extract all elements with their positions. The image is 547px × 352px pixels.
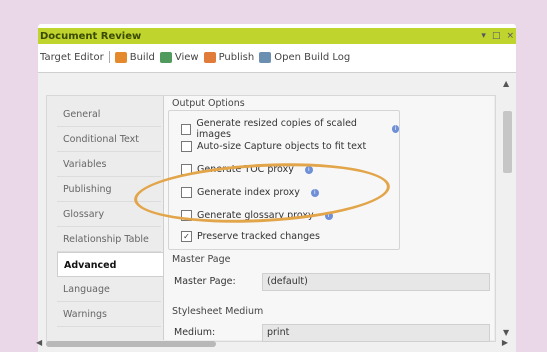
window-close-icon[interactable]: × <box>506 31 514 41</box>
option-resized-copies[interactable]: Generate resized copies of scaled images… <box>181 118 399 140</box>
window-titlebar: Document Review ▾ □ × <box>38 28 516 44</box>
toolbar: Target Editor Build View Publish Open Bu… <box>38 46 518 68</box>
tab-relationship-table[interactable]: Relationship Table <box>57 227 161 252</box>
option-glossary-proxy[interactable]: Generate glossary proxy i <box>181 210 333 221</box>
open-build-log-button[interactable]: Open Build Log <box>259 51 351 63</box>
glossary-proxy-checkbox[interactable] <box>181 210 192 221</box>
glossary-proxy-label: Generate glossary proxy <box>197 210 314 221</box>
build-log-icon <box>259 51 272 63</box>
tab-general[interactable]: General <box>57 102 161 127</box>
toc-proxy-checkbox[interactable] <box>181 164 192 175</box>
master-page-select[interactable]: (default) <box>262 273 490 291</box>
build-label: Build <box>129 51 155 63</box>
view-button[interactable]: View <box>159 51 199 63</box>
medium-label: Medium: <box>174 327 216 338</box>
window-controls: ▾ □ × <box>481 31 514 41</box>
view-label: View <box>174 51 199 63</box>
tab-warnings[interactable]: Warnings <box>57 302 161 327</box>
tab-language[interactable]: Language <box>57 277 161 302</box>
toolbar-separator <box>108 51 110 63</box>
horizontal-scrollbar[interactable]: ◀ ▶ <box>36 338 516 349</box>
vertical-scroll-thumb[interactable] <box>503 111 512 173</box>
toc-proxy-label: Generate TOC proxy <box>197 164 294 175</box>
info-icon[interactable]: i <box>304 165 313 174</box>
autosize-capture-checkbox[interactable] <box>181 141 192 152</box>
master-page-label: Master Page: <box>174 276 236 287</box>
target-editor-label: Target Editor <box>40 51 104 63</box>
option-toc-proxy[interactable]: Generate TOC proxy i <box>181 164 313 175</box>
output-options-group: Generate resized copies of scaled images… <box>168 110 400 250</box>
resized-copies-checkbox[interactable] <box>181 123 192 135</box>
open-build-log-label: Open Build Log <box>274 51 351 63</box>
editor-frame: General Conditional Text Variables Publi… <box>38 72 516 352</box>
tab-conditional-text[interactable]: Conditional Text <box>57 127 161 152</box>
window-menu-icon[interactable]: ▾ <box>481 31 486 41</box>
index-proxy-label: Generate index proxy <box>197 187 300 198</box>
preserve-tracked-changes-checkbox[interactable]: ✓ <box>181 231 192 242</box>
scroll-right-icon[interactable]: ▶ <box>502 338 508 347</box>
horizontal-scroll-thumb[interactable] <box>46 341 216 347</box>
option-preserve-tracked-changes[interactable]: ✓ Preserve tracked changes <box>181 231 320 242</box>
vertical-scrollbar[interactable]: ▲ ▼ <box>501 79 514 337</box>
tab-glossary[interactable]: Glossary <box>57 202 161 227</box>
output-options-title: Output Options <box>172 98 245 109</box>
preserve-tracked-changes-label: Preserve tracked changes <box>197 231 320 242</box>
info-icon[interactable]: i <box>324 211 333 220</box>
publish-label: Publish <box>218 51 255 63</box>
window-float-icon[interactable]: □ <box>492 31 501 41</box>
autosize-capture-label: Auto-size Capture objects to fit text <box>197 141 367 152</box>
stylesheet-medium-title: Stylesheet Medium <box>172 306 264 317</box>
index-proxy-checkbox[interactable] <box>181 187 192 198</box>
tab-advanced[interactable]: Advanced <box>57 252 163 277</box>
publish-icon <box>203 51 216 63</box>
app-card: Document Review ▾ □ × Target Editor Buil… <box>36 24 518 352</box>
tab-variables[interactable]: Variables <box>57 152 161 177</box>
view-icon <box>159 51 172 63</box>
option-autosize-capture[interactable]: Auto-size Capture objects to fit text <box>181 141 366 152</box>
tab-publishing[interactable]: Publishing <box>57 177 161 202</box>
info-icon[interactable]: i <box>391 125 399 133</box>
publish-button[interactable]: Publish <box>203 51 255 63</box>
scroll-up-icon[interactable]: ▲ <box>503 79 509 88</box>
settings-area: General Conditional Text Variables Publi… <box>46 95 496 342</box>
window-title: Document Review <box>40 30 142 42</box>
target-editor-button[interactable]: Target Editor <box>40 52 104 63</box>
scroll-left-icon[interactable]: ◀ <box>36 338 42 347</box>
build-button[interactable]: Build <box>114 51 155 63</box>
scroll-down-icon[interactable]: ▼ <box>503 328 509 337</box>
resized-copies-label: Generate resized copies of scaled images <box>196 118 357 140</box>
info-icon[interactable]: i <box>310 188 319 197</box>
advanced-panel: Output Options Generate resized copies o… <box>163 96 494 342</box>
settings-tabs: General Conditional Text Variables Publi… <box>57 102 163 340</box>
build-icon <box>114 51 127 63</box>
option-index-proxy[interactable]: Generate index proxy i <box>181 187 319 198</box>
master-page-title: Master Page <box>172 254 231 265</box>
